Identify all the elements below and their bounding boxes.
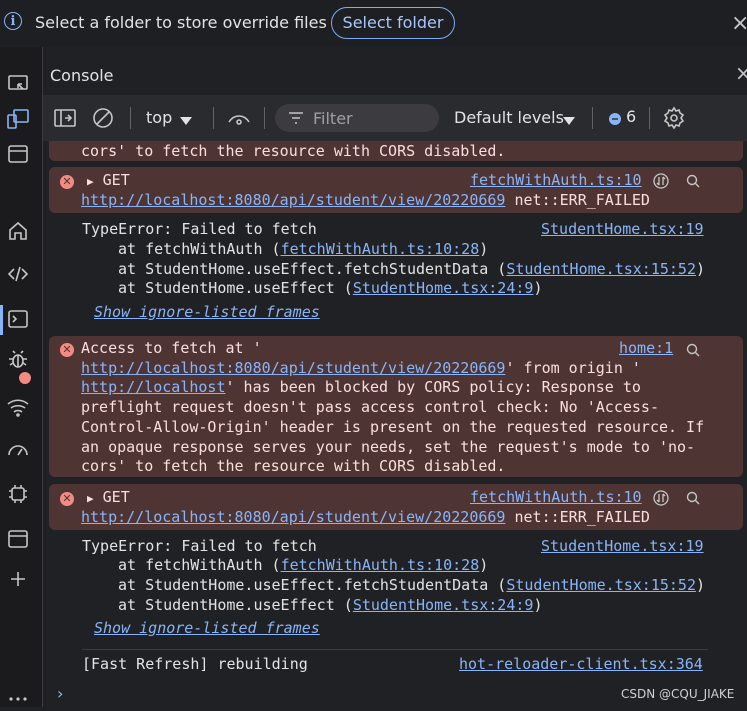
- active-indicator: [0, 305, 3, 335]
- performance-icon[interactable]: [6, 439, 30, 463]
- select-folder-button[interactable]: Select folder: [331, 7, 455, 39]
- expand-toggle[interactable]: ▶ GET: [87, 171, 130, 189]
- source-link[interactable]: StudentHome.tsx:19: [541, 220, 704, 238]
- expand-toggle[interactable]: ▶ GET: [87, 488, 130, 506]
- network-icon[interactable]: [6, 395, 30, 419]
- divider: [82, 649, 708, 650]
- context-label: top: [146, 108, 173, 127]
- request-url-link[interactable]: http://localhost:8080/api/student/view/2…: [81, 508, 505, 526]
- origin-link[interactable]: http://localhost: [81, 378, 226, 396]
- stack-frame: at StudentHome.useEffect.fetchStudentDat…: [118, 260, 706, 278]
- console-toolbar: top Filter Default levels 6: [43, 95, 747, 142]
- message-count[interactable]: 6: [626, 107, 636, 126]
- memory-icon[interactable]: [6, 482, 30, 506]
- show-ignore-listed-frames-link[interactable]: Show ignore-listed frames: [94, 303, 320, 321]
- error-icon: ✕: [60, 175, 74, 189]
- info-icon: i: [4, 12, 22, 30]
- more-tools-icon[interactable]: [6, 567, 30, 591]
- request-method: GET: [102, 488, 130, 506]
- error-icon: ✕: [60, 343, 74, 357]
- frame-link[interactable]: StudentHome.tsx:15:52: [506, 576, 696, 594]
- network-request-icon[interactable]: [653, 173, 669, 189]
- search-icon[interactable]: [685, 342, 701, 358]
- source-link[interactable]: fetchWithAuth.ts:10: [470, 171, 642, 189]
- source-link[interactable]: fetchWithAuth.ts:10: [470, 488, 642, 506]
- application-icon[interactable]: [6, 527, 30, 551]
- error-icon: ✕: [60, 492, 74, 506]
- settings-gear-icon[interactable]: [662, 106, 686, 134]
- log-levels-dropdown[interactable]: Default levels: [454, 108, 564, 127]
- filter-input[interactable]: Filter: [275, 104, 439, 132]
- network-request-icon[interactable]: [653, 490, 669, 506]
- message-icon: [608, 111, 622, 130]
- error-message: ✕ ▶ GET fetchWithAuth.ts:10 http://local…: [49, 484, 743, 530]
- stack-frame: at fetchWithAuth (fetchWithAuth.ts:10:28…: [118, 556, 489, 574]
- activity-bar: [0, 47, 43, 707]
- stack-frame: at fetchWithAuth (fetchWithAuth.ts:10:28…: [118, 240, 489, 258]
- request-method: GET: [102, 171, 130, 189]
- cors-line-4: preflight request doesn't pass access co…: [81, 398, 659, 416]
- console-header: Console ×: [43, 47, 747, 95]
- bug-icon[interactable]: [6, 347, 30, 371]
- stack-frame: at StudentHome.useEffect (StudentHome.ts…: [118, 596, 543, 614]
- frame-link[interactable]: StudentHome.tsx:24:9: [353, 596, 534, 614]
- type-error-message: TypeError: Failed to fetch: [82, 220, 317, 238]
- search-icon[interactable]: [685, 173, 701, 189]
- stack-frame: at StudentHome.useEffect.fetchStudentDat…: [118, 576, 706, 594]
- window-icon[interactable]: [6, 142, 30, 166]
- watermark: CSDN @CQU_JIAKE: [621, 687, 735, 701]
- chevron-down-icon: [562, 111, 576, 130]
- eye-icon[interactable]: [227, 108, 251, 132]
- context-selector[interactable]: top: [146, 108, 172, 127]
- frame-link[interactable]: fetchWithAuth.ts:10:28: [281, 240, 480, 258]
- stack-frame: at StudentHome.useEffect (StudentHome.ts…: [118, 279, 543, 297]
- search-icon[interactable]: [685, 490, 701, 506]
- type-error-message: TypeError: Failed to fetch: [82, 537, 317, 555]
- source-link[interactable]: home:1: [619, 339, 673, 357]
- elements-icon[interactable]: [6, 262, 30, 286]
- source-link[interactable]: StudentHome.tsx:19: [541, 537, 704, 555]
- sidebar-toggle-icon[interactable]: [53, 107, 77, 133]
- console-prompt[interactable]: ›: [57, 684, 63, 703]
- close-panel-icon[interactable]: ×: [735, 61, 747, 85]
- home-icon[interactable]: [6, 219, 30, 243]
- console-icon[interactable]: [6, 307, 30, 331]
- device-toolbar-icon[interactable]: [6, 107, 30, 131]
- panel-title: Console: [50, 66, 114, 85]
- error-message-partial: cors' to fetch the resource with CORS di…: [49, 141, 743, 161]
- error-status: net::ERR_FAILED: [514, 508, 650, 526]
- filter-placeholder: Filter: [313, 109, 353, 128]
- cors-line-6: an opaque response serves your needs, se…: [81, 438, 696, 456]
- request-url-link[interactable]: http://localhost:8080/api/student/view/2…: [81, 191, 505, 209]
- console-log: cors' to fetch the resource with CORS di…: [43, 141, 747, 707]
- filter-icon: [287, 110, 305, 130]
- console-error-badge: [19, 372, 31, 384]
- infobar-message: Select a folder to store override files …: [35, 13, 352, 32]
- levels-label: Default levels: [454, 108, 564, 127]
- cors-error-message: ✕ Access to fetch at ' home:1 http://loc…: [49, 336, 743, 477]
- cors-line-7: cors' to fetch the resource with CORS di…: [81, 457, 506, 475]
- more-options-icon[interactable]: [6, 683, 30, 707]
- frame-link[interactable]: StudentHome.tsx:15:52: [506, 260, 696, 278]
- infobar: i Select a folder to store override file…: [0, 0, 747, 47]
- clear-console-icon[interactable]: [92, 107, 114, 133]
- fast-refresh-message: [Fast Refresh] rebuilding: [82, 655, 308, 673]
- error-message: ✕ ▶ GET fetchWithAuth.ts:10 http://local…: [49, 167, 743, 213]
- cors-line-1: Access to fetch at ': [81, 339, 262, 357]
- error-status: net::ERR_FAILED: [514, 191, 650, 209]
- log-text: cors' to fetch the resource with CORS di…: [81, 142, 506, 160]
- request-url-link[interactable]: http://localhost:8080/api/student/view/2…: [81, 359, 505, 377]
- infobar-close-icon[interactable]: ×: [731, 11, 747, 36]
- screencast-icon[interactable]: [6, 72, 30, 96]
- frame-link[interactable]: fetchWithAuth.ts:10:28: [281, 556, 480, 574]
- frame-link[interactable]: StudentHome.tsx:24:9: [353, 279, 534, 297]
- cors-line-5: Control-Allow-Origin' header is present …: [81, 418, 705, 436]
- source-link[interactable]: hot-reloader-client.tsx:364: [459, 655, 703, 673]
- show-ignore-listed-frames-link[interactable]: Show ignore-listed frames: [94, 619, 320, 637]
- chevron-down-icon: [179, 111, 193, 130]
